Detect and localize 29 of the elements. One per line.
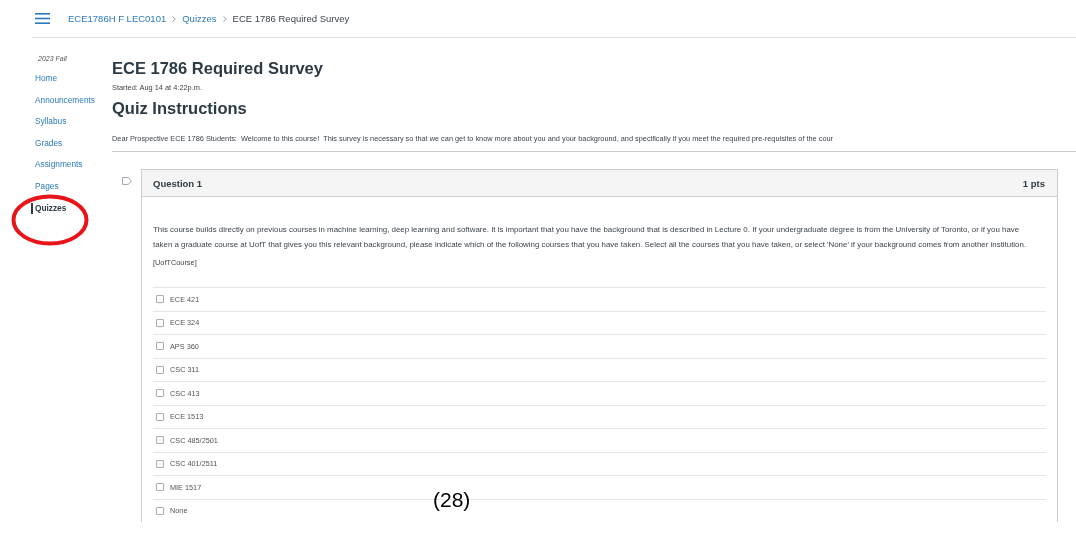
breadcrumb-current: ECE 1786 Required Survey [232,13,350,24]
checkbox[interactable] [156,295,164,304]
sidebar-link[interactable]: Pages [35,180,59,192]
sidebar-link[interactable]: Quizzes [31,202,67,214]
points-label: 1 pts [1022,177,1045,189]
checkbox[interactable] [156,318,164,327]
checkbox[interactable] [156,412,164,421]
breadcrumb-link[interactable]: Quizzes [182,13,217,24]
quiz-title: ECE 1786 Required Survey [112,58,323,78]
sidebar-link[interactable]: Syllabus [35,116,67,128]
figure-label: (28) [433,488,471,512]
checkbox[interactable] [156,506,164,515]
chevron-icon [172,15,177,22]
sidebar-link[interactable]: Assignments [35,159,83,171]
checkbox[interactable] [156,342,164,351]
checkbox[interactable] [156,365,164,374]
sidebar-link[interactable]: Announcements [35,94,95,106]
checkbox[interactable] [156,389,164,398]
checkbox[interactable] [156,436,164,445]
chevron-icon [222,15,227,22]
sidebar-link[interactable]: Home [35,73,58,84]
question-title: Question 1 [153,177,203,189]
menu-icon[interactable] [35,13,50,24]
sidebar-link[interactable]: Grades [35,137,63,149]
checkbox[interactable] [156,483,164,492]
breadcrumb-link[interactable]: ECE1786H F LEC0101 [68,13,167,24]
flag-icon[interactable] [122,177,132,185]
section-heading: Quiz Instructions [112,98,247,118]
checkbox[interactable] [156,459,164,468]
